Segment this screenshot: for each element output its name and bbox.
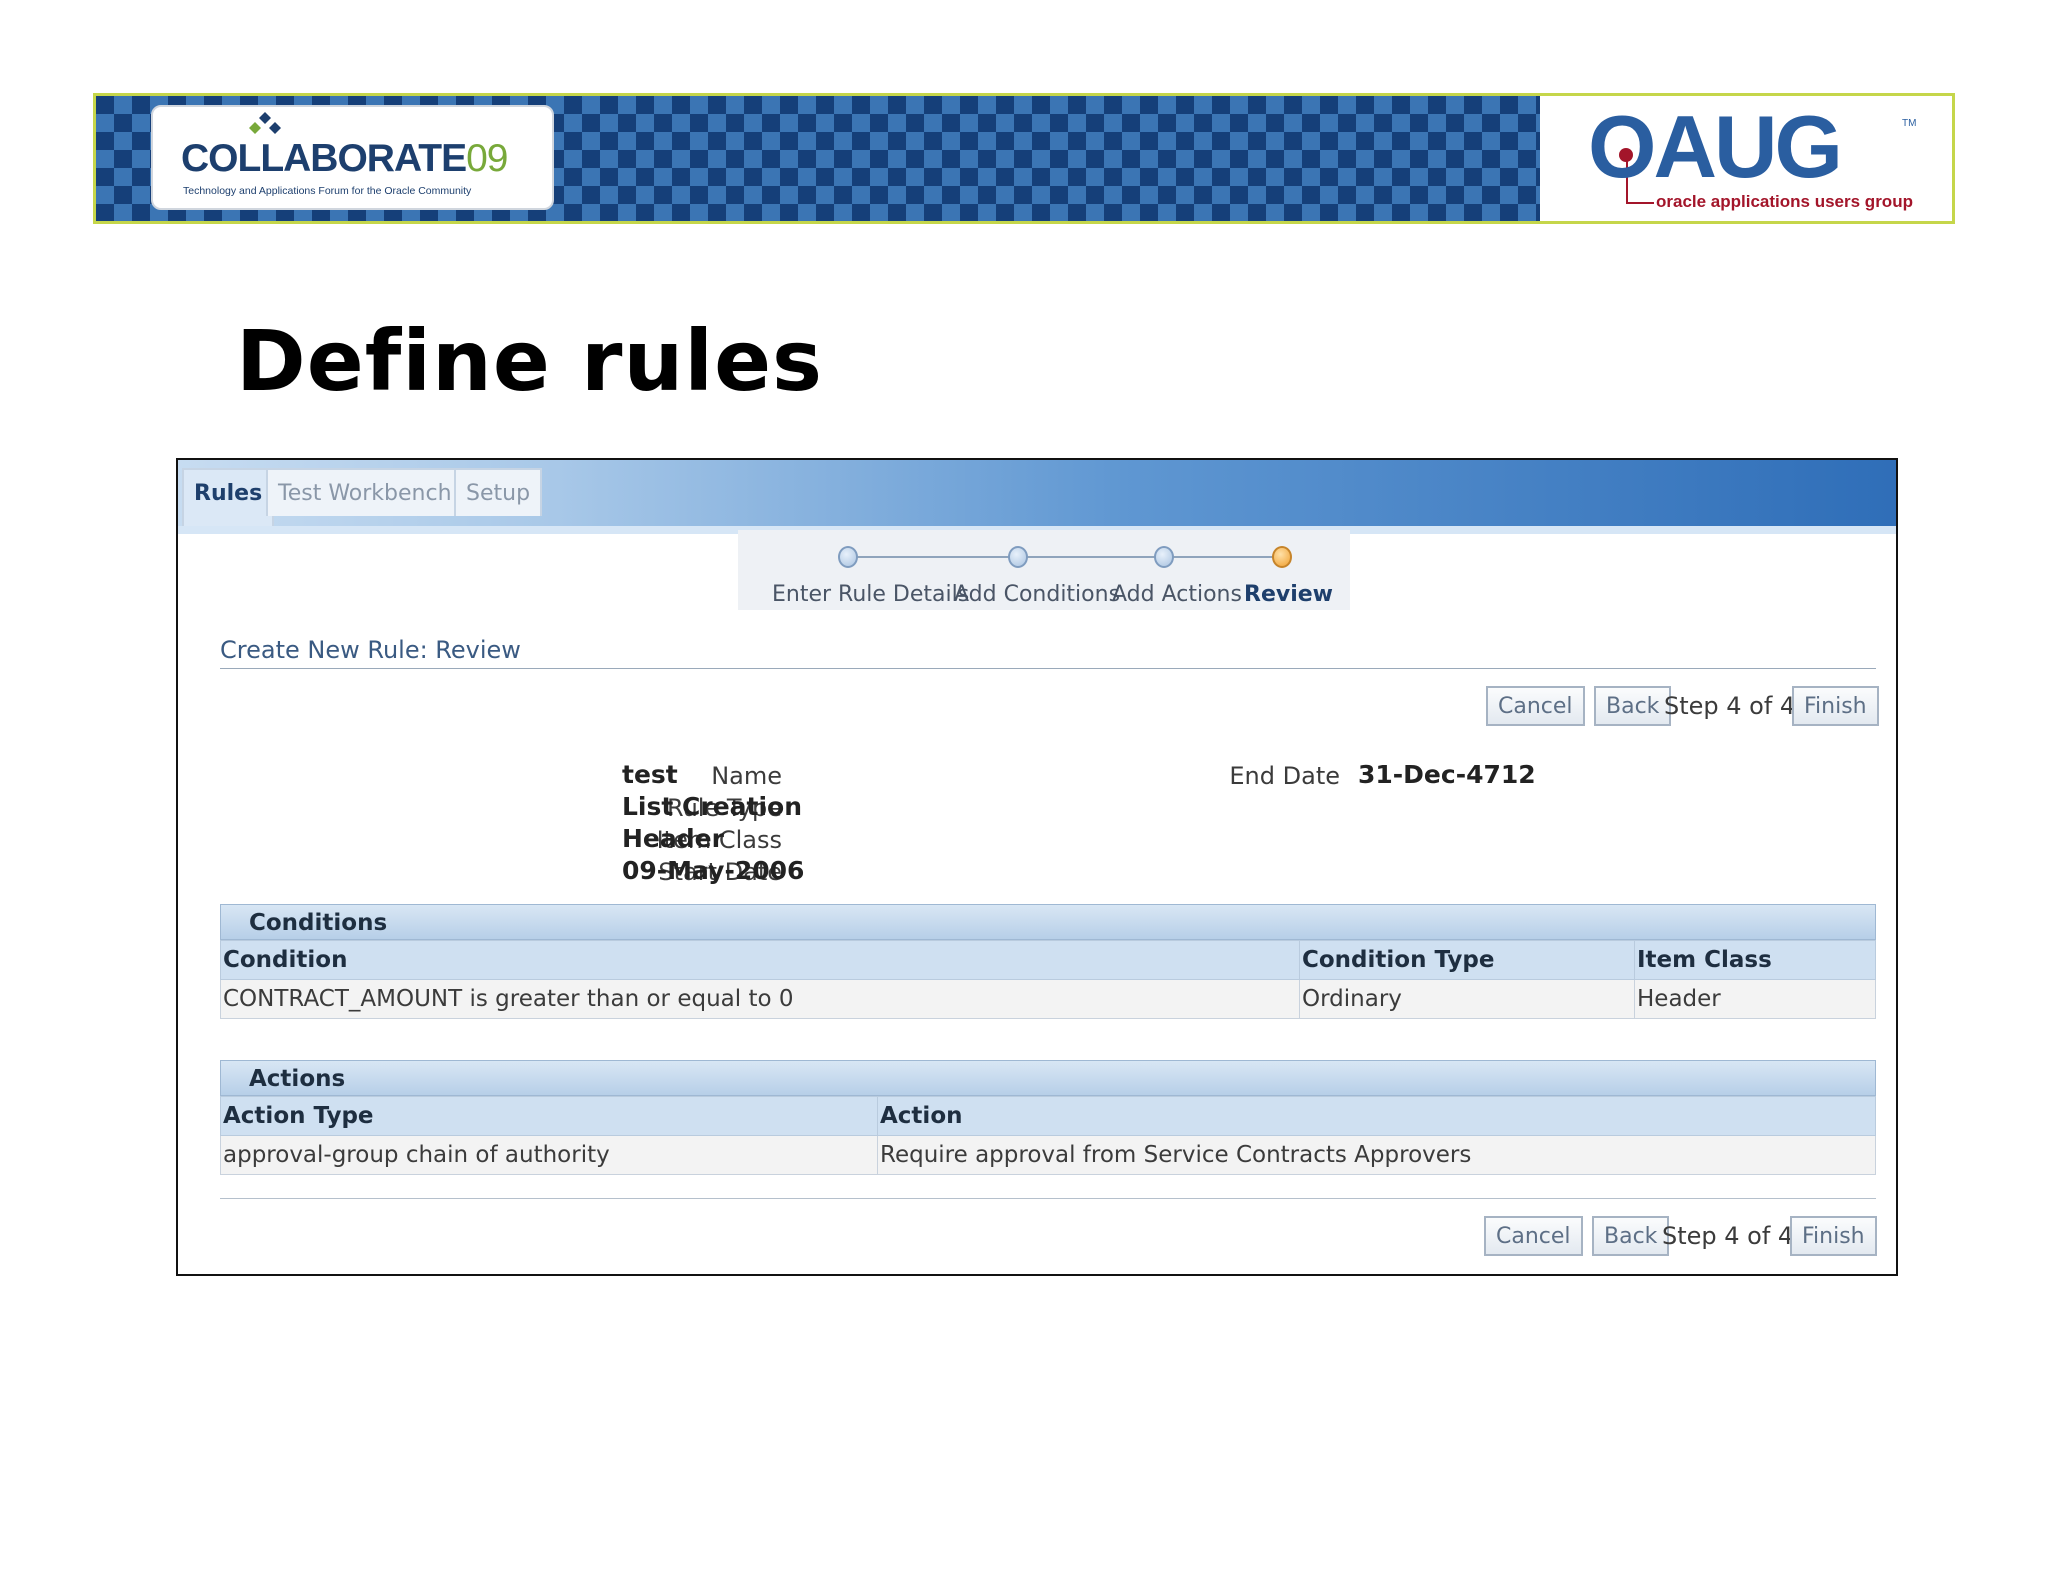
- table-header-row: Condition Condition Type Item Class: [220, 940, 1876, 980]
- actions-section: Actions Action Type Action approval-grou…: [220, 1060, 1876, 1175]
- page-header: Create New Rule: Review: [220, 636, 521, 664]
- event-banner: COLLABORATE09 Technology and Application…: [93, 93, 1955, 224]
- table-row: CONTRACT_AMOUNT is greater than or equal…: [220, 979, 1876, 1019]
- item-class-cell: Header: [1634, 979, 1876, 1019]
- conditions-section: Conditions Condition Condition Type Item…: [220, 904, 1876, 1019]
- condition-type-cell: Ordinary: [1299, 979, 1635, 1019]
- end-date-label: End Date: [1229, 762, 1340, 790]
- table-header-row: Action Type Action: [220, 1096, 1876, 1136]
- train-connector: [850, 556, 1014, 558]
- collaborate-subtitle: Technology and Applications Forum for th…: [183, 185, 472, 197]
- table-row: approval-group chain of authority Requir…: [220, 1135, 1876, 1175]
- train-step-icon[interactable]: [838, 546, 858, 568]
- actions-header: Actions: [220, 1060, 1876, 1096]
- name-label: Name: [711, 762, 782, 790]
- oaug-wordmark: OAUG: [1588, 97, 1843, 196]
- cancel-button[interactable]: Cancel: [1484, 1216, 1583, 1256]
- column-header-condition-type: Condition Type: [1299, 940, 1635, 980]
- slide-title: Define rules: [236, 312, 824, 410]
- actions-table: Action Type Action approval-group chain …: [220, 1096, 1876, 1175]
- column-header-condition: Condition: [220, 940, 1300, 980]
- back-button[interactable]: Back: [1592, 1216, 1670, 1256]
- train-step-add-conditions[interactable]: Add Conditions: [954, 582, 1120, 607]
- finish-button[interactable]: Finish: [1790, 1216, 1877, 1256]
- oaug-trademark: TM: [1902, 118, 1917, 129]
- item-class-value: Header: [622, 824, 724, 853]
- header-divider: [220, 668, 1876, 669]
- train-step-add-actions[interactable]: Add Actions: [1112, 582, 1242, 607]
- step-indicator: Step 4 of 4: [1664, 692, 1796, 720]
- app-window: Rules Test Workbench Setup Enter Rule De…: [176, 458, 1898, 1276]
- train-step-review: Review: [1244, 582, 1333, 607]
- action-cell: Require approval from Service Contracts …: [877, 1135, 1876, 1175]
- diamonds-icon: [249, 112, 281, 134]
- train-step-icon[interactable]: [1154, 546, 1174, 568]
- conditions-header: Conditions: [220, 904, 1876, 940]
- tab-setup[interactable]: Setup: [454, 468, 543, 516]
- end-date-value: 31-Dec-4712: [1358, 760, 1536, 789]
- column-header-action-type: Action Type: [220, 1096, 878, 1136]
- train-step-enter-rule-details[interactable]: Enter Rule Details: [772, 582, 969, 607]
- rule-type-value: List Creation: [622, 792, 803, 821]
- action-type-cell: approval-group chain of authority: [220, 1135, 878, 1175]
- train-connector: [1168, 556, 1284, 558]
- column-header-item-class: Item Class: [1634, 940, 1876, 980]
- condition-cell: CONTRACT_AMOUNT is greater than or equal…: [220, 979, 1300, 1019]
- collaborate-logo: COLLABORATE09 Technology and Application…: [151, 105, 554, 210]
- back-button[interactable]: Back: [1594, 686, 1672, 726]
- tab-test-workbench[interactable]: Test Workbench: [266, 468, 464, 516]
- name-value: test: [622, 760, 678, 789]
- tab-rules[interactable]: Rules: [182, 468, 275, 526]
- cancel-button[interactable]: Cancel: [1486, 686, 1585, 726]
- step-indicator: Step 4 of 4: [1662, 1222, 1794, 1250]
- train-step-icon[interactable]: [1008, 546, 1028, 568]
- conditions-table: Condition Condition Type Item Class CONT…: [220, 940, 1876, 1019]
- start-date-value: 09-May-2006: [622, 856, 805, 885]
- footer-divider: [220, 1198, 1876, 1199]
- train-current-step-icon: [1272, 546, 1292, 568]
- train-connector: [1020, 556, 1162, 558]
- finish-button[interactable]: Finish: [1792, 686, 1879, 726]
- column-header-action: Action: [877, 1096, 1876, 1136]
- oaug-logo: OAUG TM oracle applications users group: [1540, 96, 1952, 221]
- oaug-subtitle: oracle applications users group: [1656, 192, 1913, 211]
- collaborate-title: COLLABORATE09: [181, 137, 508, 180]
